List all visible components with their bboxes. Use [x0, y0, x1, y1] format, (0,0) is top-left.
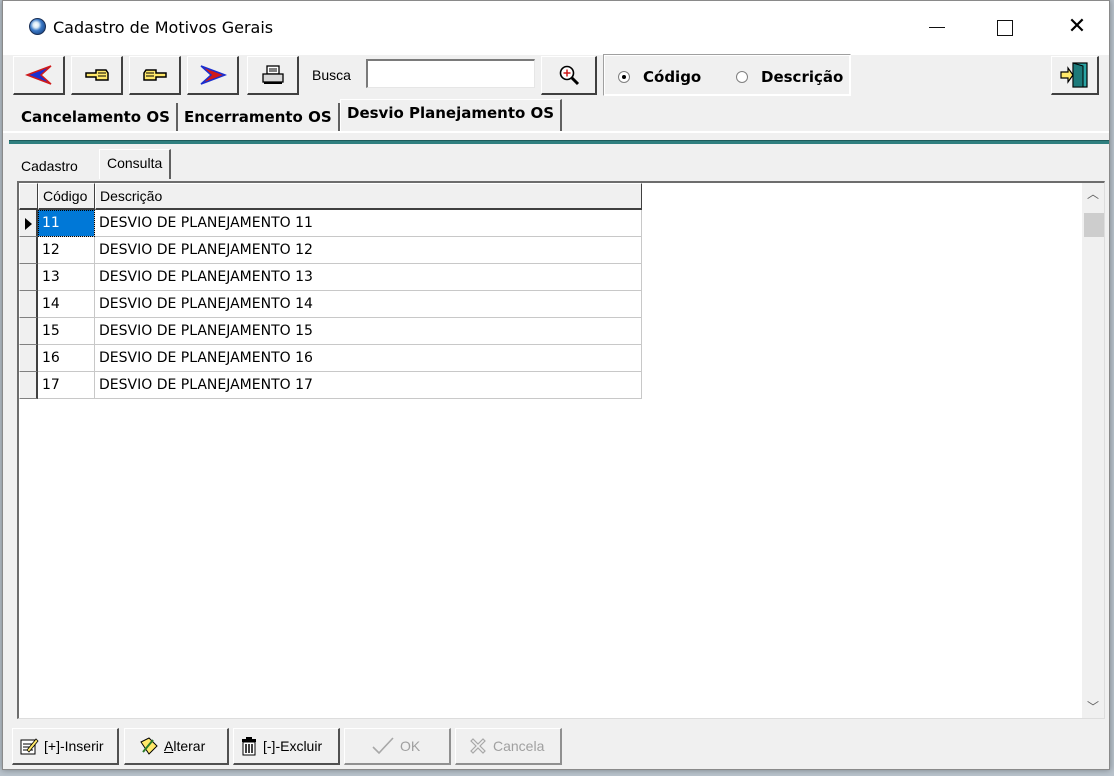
row-indicator: [19, 372, 38, 399]
next-record-button[interactable]: [129, 56, 181, 95]
excluir-button[interactable]: [-]-Excluir: [233, 728, 340, 765]
row-indicator: [19, 318, 38, 345]
maximize-button[interactable]: [991, 13, 1019, 41]
exit-button[interactable]: [1051, 56, 1099, 95]
row-indicator: [19, 345, 38, 372]
radio-codigo-label: Código: [643, 68, 702, 86]
teal-divider: [9, 140, 1109, 144]
minimize-button[interactable]: [924, 13, 952, 41]
busca-label: Busca: [312, 67, 351, 83]
cancel-x-icon: [470, 738, 486, 754]
first-record-arrow-icon: [24, 65, 52, 85]
cell-descricao[interactable]: DESVIO DE PLANEJAMENTO 12: [95, 237, 642, 264]
excluir-label: [-]-Excluir: [263, 738, 323, 754]
scroll-up-icon[interactable]: ︿: [1082, 183, 1104, 205]
inserir-button[interactable]: [+]- Inserir: [12, 728, 119, 765]
cancela-button[interactable]: Cancela: [455, 728, 562, 765]
cell-descricao[interactable]: DESVIO DE PLANEJAMENTO 15: [95, 318, 642, 345]
radio-codigo-dot[interactable]: [618, 71, 630, 83]
table-row[interactable]: 13 DESVIO DE PLANEJAMENTO 13: [19, 264, 642, 291]
cell-descricao[interactable]: DESVIO DE PLANEJAMENTO 14: [95, 291, 642, 318]
table-row[interactable]: 16 DESVIO DE PLANEJAMENTO 16: [19, 345, 642, 372]
cell-codigo[interactable]: 17: [38, 372, 95, 399]
first-record-button[interactable]: [13, 56, 65, 95]
prev-record-button[interactable]: [71, 56, 123, 95]
inserir-label: Inserir: [64, 738, 104, 754]
column-header-codigo[interactable]: Código: [38, 183, 95, 210]
check-icon: [372, 737, 394, 755]
column-header-descricao[interactable]: Descrição: [95, 183, 642, 210]
cell-descricao[interactable]: DESVIO DE PLANEJAMENTO 13: [95, 264, 642, 291]
table-row[interactable]: 15 DESVIO DE PLANEJAMENTO 15: [19, 318, 642, 345]
magnifier-icon: [559, 65, 579, 86]
cell-codigo[interactable]: 13: [38, 264, 95, 291]
toolbar: Busca Código Descrição: [3, 51, 1109, 99]
last-record-button[interactable]: [187, 56, 239, 95]
tab-divider: [3, 131, 1109, 133]
cell-descricao[interactable]: DESVIO DE PLANEJAMENTO 16: [95, 345, 642, 372]
ok-button[interactable]: OK: [344, 728, 451, 765]
inserir-prefix: [+]-: [44, 738, 65, 754]
table-row[interactable]: 14 DESVIO DE PLANEJAMENTO 14: [19, 291, 642, 318]
cell-codigo[interactable]: 12: [38, 237, 95, 264]
title-bar: Cadastro de Motivos Gerais ✕: [3, 1, 1109, 55]
print-button[interactable]: [247, 56, 299, 95]
cell-codigo[interactable]: 15: [38, 318, 95, 345]
tab-consulta[interactable]: Consulta: [99, 149, 172, 179]
alterar-button[interactable]: Alterar: [124, 728, 229, 765]
scroll-thumb[interactable]: [1084, 213, 1104, 237]
table-row[interactable]: 17 DESVIO DE PLANEJAMENTO 17: [19, 372, 642, 399]
app-icon: [29, 18, 46, 35]
ok-label: OK: [400, 738, 421, 754]
radio-descricao[interactable]: Descrição: [736, 68, 843, 86]
grid-header: Código Descrição: [19, 183, 642, 210]
row-indicator: [19, 210, 38, 237]
alterar-hotkey: A: [164, 738, 174, 754]
edit-record-icon: [140, 737, 158, 755]
data-grid[interactable]: Código Descrição 11 DESVIO DE PLANEJAMEN…: [17, 181, 1105, 719]
printer-icon: [261, 65, 284, 84]
radio-descricao-label: Descrição: [761, 68, 844, 86]
main-tabs: Cancelamento OS Encerramento OS Desvio P…: [3, 99, 1109, 131]
cell-codigo[interactable]: 16: [38, 345, 95, 372]
next-hand-icon: [142, 69, 167, 81]
cancela-label: Cancela: [493, 738, 545, 754]
table-row[interactable]: 12 DESVIO DE PLANEJAMENTO 12: [19, 237, 642, 264]
tab-cancelamento-os[interactable]: Cancelamento OS: [15, 103, 178, 131]
exit-door-icon: [1059, 62, 1088, 88]
tab-desvio-planejamento-os[interactable]: Desvio Planejamento OS: [340, 99, 563, 131]
cell-descricao[interactable]: DESVIO DE PLANEJAMENTO 11: [95, 210, 642, 237]
sub-tabs: Cadastro Consulta: [9, 147, 1109, 179]
scroll-down-icon[interactable]: ﹀: [1082, 696, 1104, 718]
trash-icon: [242, 737, 256, 756]
current-row-arrow-icon: [25, 218, 32, 230]
search-button[interactable]: [541, 56, 597, 95]
radio-codigo[interactable]: Código: [618, 68, 701, 86]
search-field-radio-group: Código Descrição: [603, 54, 851, 96]
cell-descricao[interactable]: DESVIO DE PLANEJAMENTO 17: [95, 372, 642, 399]
prev-hand-icon: [84, 69, 109, 81]
radio-descricao-dot[interactable]: [736, 71, 748, 83]
cell-codigo[interactable]: 11: [38, 210, 95, 237]
main-window: Cadastro de Motivos Gerais ✕ Busca Códig…: [2, 0, 1110, 770]
tab-cadastro[interactable]: Cadastro: [21, 158, 78, 174]
close-button[interactable]: ✕: [1063, 13, 1091, 41]
header-indicator: [19, 183, 38, 210]
row-indicator: [19, 237, 38, 264]
last-record-arrow-icon: [199, 65, 227, 85]
busca-input[interactable]: [366, 59, 535, 88]
action-bar: [+]- Inserir Alterar [-]-Excluir OK Canc…: [3, 725, 1109, 769]
row-indicator: [19, 291, 38, 318]
tab-encerramento-os[interactable]: Encerramento OS: [178, 103, 340, 131]
vertical-scrollbar[interactable]: ︿ ﹀: [1082, 183, 1104, 718]
row-indicator: [19, 264, 38, 291]
insert-record-icon: [20, 738, 39, 755]
alterar-label: lterar: [173, 738, 206, 754]
window-title: Cadastro de Motivos Gerais: [53, 18, 274, 37]
table-row[interactable]: 11 DESVIO DE PLANEJAMENTO 11: [19, 210, 642, 237]
cell-codigo[interactable]: 14: [38, 291, 95, 318]
